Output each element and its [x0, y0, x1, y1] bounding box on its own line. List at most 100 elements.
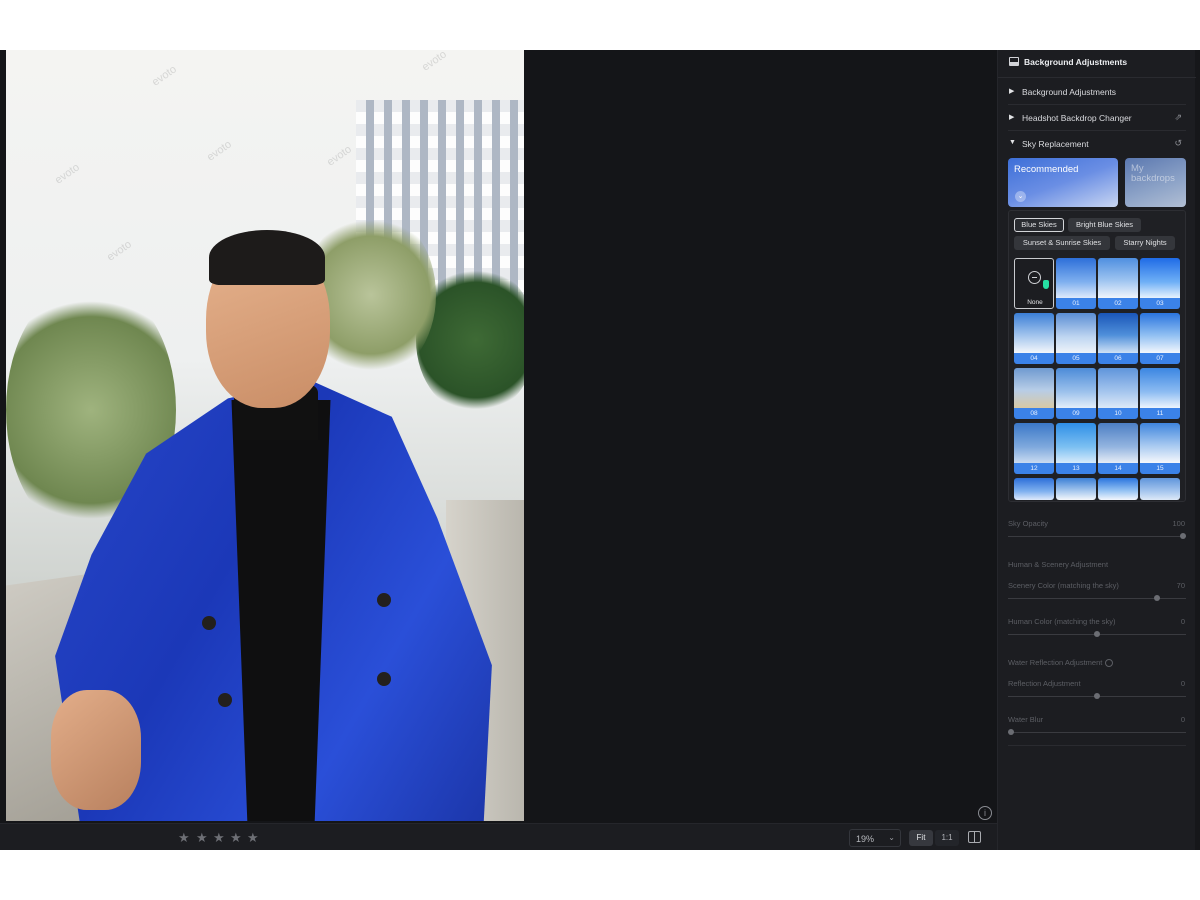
sky-label: 06 — [1098, 353, 1138, 364]
caret-right-icon: ▶ — [1009, 114, 1015, 121]
info-icon[interactable] — [1105, 659, 1114, 668]
blazer-button — [377, 593, 391, 607]
sky-thumbnail[interactable]: 06 — [1098, 313, 1138, 364]
sky-preview — [1014, 313, 1054, 353]
watermark: evoto — [419, 50, 449, 74]
portrait-photo: evoto evoto evoto evoto evoto evoto — [6, 50, 524, 821]
water-blur-slider[interactable] — [1008, 732, 1186, 733]
rating-star-icon[interactable]: ★ — [247, 830, 259, 846]
water-blur-handle[interactable] — [1008, 729, 1014, 735]
reflection-adjustment-handle[interactable] — [1094, 693, 1100, 699]
sky-preview — [1056, 423, 1096, 463]
sky-thumbnail[interactable]: 09 — [1056, 368, 1096, 419]
info-icon[interactable]: i — [978, 806, 992, 820]
editor-window: evoto evoto evoto evoto evoto evoto i ★ … — [0, 50, 1200, 850]
rating-star-icon[interactable]: ★ — [178, 830, 190, 846]
image-canvas[interactable]: evoto evoto evoto evoto evoto evoto i — [0, 50, 997, 823]
sky-thumbnail[interactable]: 03 — [1140, 258, 1180, 309]
sky-thumbnail[interactable]: 01 — [1056, 258, 1096, 309]
sky-thumbnail[interactable]: 04 — [1014, 313, 1054, 364]
sky-preview — [1098, 368, 1138, 408]
mouse-cursor — [1043, 280, 1049, 289]
rating-star-icon[interactable]: ★ — [196, 830, 208, 846]
sky-label: 11 — [1140, 408, 1180, 419]
rating-star-icon[interactable]: ★ — [230, 830, 242, 846]
person-hair — [209, 230, 325, 285]
water-blur-value: 0 — [1180, 715, 1185, 724]
zoom-value: 19% — [856, 834, 875, 844]
sky-thumbnail[interactable] — [1014, 478, 1054, 500]
human-color-handle[interactable] — [1094, 631, 1100, 637]
sky-preview — [1014, 423, 1054, 463]
sky-thumbnail[interactable] — [1056, 478, 1096, 500]
sky-picker-dropdown: Blue Skies Bright Blue Skies Sunset & Su… — [1008, 210, 1186, 502]
sky-thumbnail[interactable]: 08 — [1014, 368, 1054, 419]
sky-thumbnail[interactable] — [1098, 478, 1138, 500]
scenery-color-label: Scenery Color (matching the sky) — [1008, 581, 1119, 590]
chevron-down-icon: ⌄ — [1015, 191, 1026, 202]
section-label: Background Adjustments — [1022, 87, 1117, 97]
watermark: evoto — [52, 161, 82, 187]
section-label: Sky Replacement — [1022, 139, 1089, 149]
sky-preview — [1140, 258, 1180, 298]
recommended-card[interactable]: Recommended ⌄ — [1008, 158, 1118, 207]
sky-label: 09 — [1056, 408, 1096, 419]
category-blue-skies[interactable]: Blue Skies — [1014, 218, 1064, 232]
sky-preview — [1140, 423, 1180, 463]
sky-thumbnail[interactable] — [1140, 478, 1180, 500]
sky-opacity-handle[interactable] — [1180, 533, 1186, 539]
compare-view-icon[interactable] — [968, 831, 981, 843]
chevron-down-icon: ⌄ — [888, 833, 895, 842]
category-bright-blue-skies[interactable]: Bright Blue Skies — [1068, 218, 1141, 232]
sky-thumbnail[interactable]: 02 — [1098, 258, 1138, 309]
zoom-select[interactable]: 19% ⌄ — [849, 829, 901, 847]
scenery-color-value: 70 — [1176, 581, 1185, 590]
sky-thumbnail[interactable]: 13 — [1056, 423, 1096, 474]
sky-thumbnail[interactable]: 07 — [1140, 313, 1180, 364]
sky-label: 05 — [1056, 353, 1096, 364]
water-reflection-heading: Water Reflection Adjustment — [1008, 658, 1114, 668]
sky-thumbnail[interactable]: 14 — [1098, 423, 1138, 474]
card-label: My backdrops — [1131, 163, 1175, 184]
sky-label: 01 — [1056, 298, 1096, 309]
section-sky-replacement[interactable]: ▼ Sky Replacement ↺ — [1008, 131, 1186, 157]
rating-star-icon[interactable]: ★ — [213, 830, 225, 846]
sky-label: 13 — [1056, 463, 1096, 474]
sky-thumbnail[interactable]: 10 — [1098, 368, 1138, 419]
reflection-adjustment-label: Reflection Adjustment — [1008, 679, 1081, 688]
sky-preview — [1056, 313, 1096, 353]
sky-label: 04 — [1014, 353, 1054, 364]
my-backdrops-card[interactable]: My backdrops — [1125, 158, 1186, 207]
reset-icon[interactable]: ↺ — [1174, 138, 1182, 149]
external-link-icon[interactable]: ⇗ — [1174, 112, 1182, 123]
watermark: evoto — [104, 238, 134, 264]
watermark: evoto — [204, 138, 234, 164]
sky-label: None — [1027, 299, 1043, 306]
sky-thumbnail[interactable]: 11 — [1140, 368, 1180, 419]
caret-down-icon: ▼ — [1009, 139, 1016, 146]
fit-button[interactable]: Fit — [909, 830, 933, 846]
category-sunset-sunrise-skies[interactable]: Sunset & Sunrise Skies — [1014, 236, 1110, 250]
section-label: Headshot Backdrop Changer — [1022, 113, 1132, 123]
scenery-color-handle[interactable] — [1154, 595, 1161, 601]
sky-thumbnail[interactable]: 12 — [1014, 423, 1054, 474]
card-label: Recommended — [1014, 164, 1079, 175]
sky-thumbnail[interactable]: 05 — [1056, 313, 1096, 364]
sky-label: 08 — [1014, 408, 1054, 419]
reflection-adjustment-value: 0 — [1180, 679, 1185, 688]
sky-label: 14 — [1098, 463, 1138, 474]
section-background-adjustments[interactable]: ▶ Background Adjustments — [1008, 79, 1186, 105]
category-starry-nights[interactable]: Starry Nights — [1115, 236, 1175, 250]
human-color-label: Human Color (matching the sky) — [1008, 617, 1116, 626]
blazer-button — [377, 672, 391, 686]
actual-size-button[interactable]: 1:1 — [935, 830, 959, 846]
sky-opacity-slider[interactable] — [1008, 536, 1186, 537]
sky-preview — [1056, 368, 1096, 408]
sky-label: 15 — [1140, 463, 1180, 474]
section-headshot-backdrop-changer[interactable]: ▶ Headshot Backdrop Changer ⇗ — [1008, 105, 1186, 131]
caret-right-icon: ▶ — [1009, 88, 1015, 95]
panel-title: Background Adjustments — [1024, 57, 1128, 67]
sky-thumbnail[interactable]: 15 — [1140, 423, 1180, 474]
watermark: evoto — [149, 63, 179, 89]
sky-preview — [1098, 423, 1138, 463]
